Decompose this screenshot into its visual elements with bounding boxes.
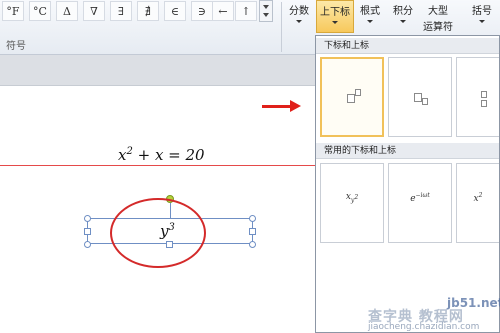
integral-button[interactable]: 积分 [390, 0, 416, 30]
subscript-placeholder-icon [481, 100, 487, 107]
gallery-section-header: 下标和上标 [316, 38, 499, 54]
resize-handle-right[interactable] [249, 228, 256, 235]
subscript-superscript-template[interactable] [456, 57, 499, 137]
resize-handle-left[interactable] [84, 228, 91, 235]
chevron-down-icon [479, 20, 485, 23]
superscript-placeholder-icon [355, 89, 361, 96]
common-script-x-sub-y2[interactable]: xy2 [320, 163, 384, 243]
superscript-placeholder-icon [481, 91, 487, 98]
annotation-arrow-shaft [262, 105, 292, 108]
symbol-delta[interactable]: Δ [56, 1, 78, 21]
resize-handle-top-left[interactable] [84, 215, 91, 222]
subscript-placeholder-icon [422, 98, 428, 105]
scroll-down-icon [263, 5, 269, 9]
common-script-x-squared[interactable]: x2 [456, 163, 499, 243]
symbol-up-arrow[interactable]: ↑ [235, 1, 257, 21]
base-placeholder-icon [414, 93, 422, 102]
radical-label: 根式 [360, 6, 380, 17]
formula-sub-exp: 2 [354, 193, 359, 201]
formula-sup: 2 [478, 192, 483, 199]
symbol-left-arrow[interactable]: ← [212, 1, 234, 21]
gallery-section-header-common: 常用的下标和上标 [316, 143, 499, 159]
formula-preview: x2 [457, 192, 499, 204]
group-separator [281, 2, 282, 52]
script-dropdown-gallery: 下标和上标 常用的下标和上标 xy2 e−iωt x2 [315, 35, 500, 333]
symbol-gallery-more-button[interactable] [259, 0, 273, 22]
common-script-e-power[interactable]: e−iωt [388, 163, 452, 243]
watermark-url: jiaocheng.chazidian.com [368, 322, 480, 332]
fraction-button[interactable]: 分数 [284, 0, 314, 30]
symbol-exists[interactable]: ∃ [110, 1, 132, 21]
chevron-down-icon [367, 20, 373, 23]
symbol-nabla[interactable]: ∇ [83, 1, 105, 21]
integral-label: 积分 [393, 6, 413, 17]
large-operator-button[interactable]: 大型 运算符 [420, 0, 456, 33]
equation-rest: + x = 20 [132, 146, 205, 164]
chevron-down-icon [400, 20, 406, 23]
script-label: 上下标 [320, 7, 350, 18]
fraction-label: 分数 [289, 6, 309, 17]
radical-button[interactable]: 根式 [357, 0, 383, 30]
equation-line[interactable]: x2 + x = 20 [118, 146, 205, 164]
symbol-fahrenheit[interactable]: °F [2, 1, 24, 21]
resize-handle-top-right[interactable] [249, 215, 256, 222]
annotation-arrow-icon [290, 100, 301, 112]
chevron-down-icon [296, 20, 302, 23]
symbol-celsius[interactable]: °C [29, 1, 51, 21]
bracket-label: 括号 [472, 6, 492, 17]
symbol-not-exists[interactable]: ∄ [137, 1, 159, 21]
symbol-element-of[interactable]: ∈ [164, 1, 186, 21]
bracket-button[interactable]: 括号 [468, 0, 496, 30]
chevron-down-icon [332, 21, 338, 24]
base-placeholder-icon [347, 94, 355, 103]
subscript-template[interactable] [388, 57, 452, 137]
symbols-group-label: 符号 [6, 41, 26, 52]
more-icon [263, 13, 269, 17]
formula-preview: xy2 [321, 192, 383, 204]
resize-handle-bottom-left[interactable] [84, 241, 91, 248]
symbol-contains[interactable]: ∋ [191, 1, 213, 21]
formula-sup: −iωt [415, 192, 430, 199]
resize-handle-bottom-right[interactable] [249, 241, 256, 248]
formula-preview: e−iωt [389, 192, 451, 204]
script-button[interactable]: 上下标 [316, 0, 354, 33]
large-operator-label-2: 运算符 [423, 22, 453, 33]
annotation-highlight-circle [110, 198, 206, 268]
formula-sub: y2 [351, 193, 359, 204]
large-operator-label-1: 大型 [428, 6, 448, 17]
superscript-template[interactable] [320, 57, 384, 137]
